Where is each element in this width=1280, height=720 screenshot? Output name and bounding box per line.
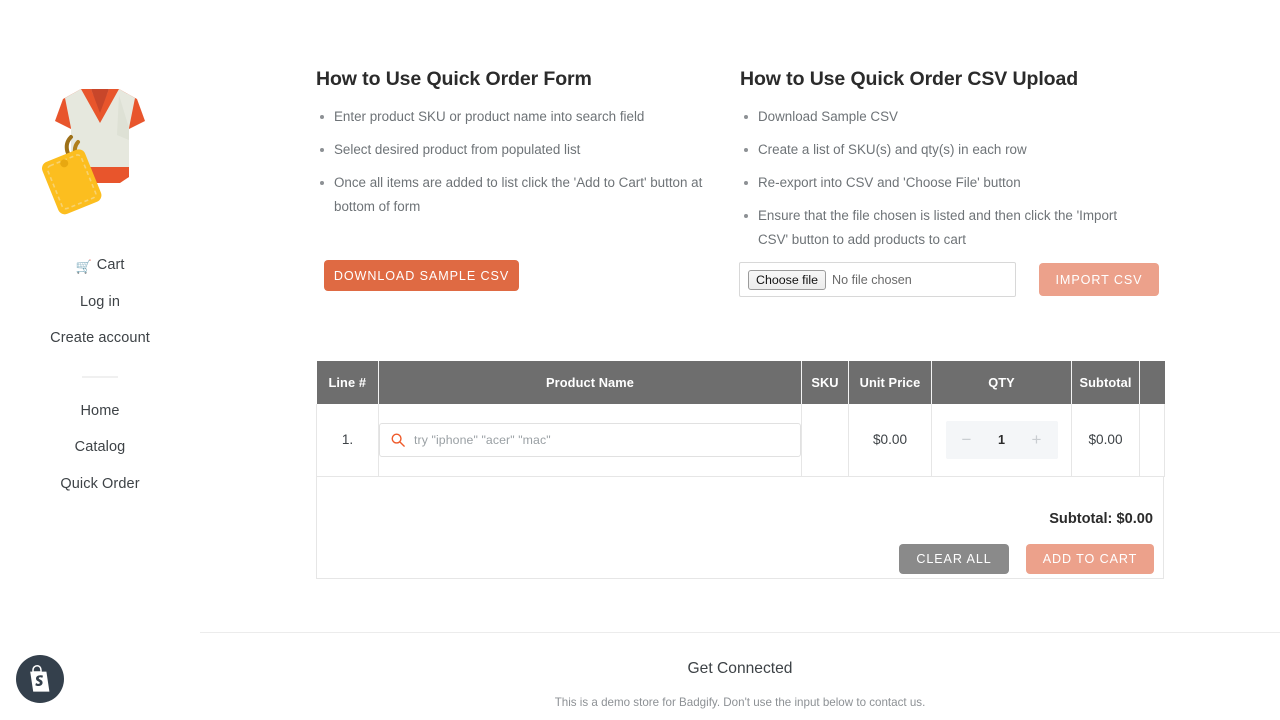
product-search-placeholder: try "iphone" "acer" "mac": [414, 432, 551, 447]
csv-upload-steps: Download Sample CSV Create a list of SKU…: [740, 105, 1164, 252]
sidebar-item-home[interactable]: Home: [0, 393, 200, 430]
quick-order-page: 🛒 Cart Log in Create account Home Catalo…: [0, 0, 1280, 720]
cell-subtotal: $0.00: [1071, 404, 1140, 477]
sidebar-item-log-in[interactable]: Log in: [0, 284, 200, 321]
order-table: Line # Product Name SKU Unit Price QTY S…: [316, 361, 1165, 477]
order-table-section: Line # Product Name SKU Unit Price QTY S…: [316, 361, 1165, 579]
cell-unit-price: $0.00: [848, 404, 932, 477]
quick-order-form-title: How to Use Quick Order Form: [316, 68, 592, 90]
qty-increase-button[interactable]: +: [1022, 430, 1052, 449]
sidebar-item-label-cart: Cart: [96, 257, 125, 273]
order-subtotal: Subtotal: $0.00: [1049, 510, 1153, 527]
qty-decrease-button[interactable]: −: [952, 430, 982, 449]
list-item: Create a list of SKU(s) and qty(s) in ea…: [744, 138, 1130, 162]
search-icon: [391, 433, 405, 447]
sidebar-item-quick-order[interactable]: Quick Order: [0, 466, 200, 503]
cell-sku: [801, 404, 849, 477]
sidebar-item-cart[interactable]: 🛒 Cart: [0, 247, 200, 284]
order-table-header: Line # Product Name SKU Unit Price QTY S…: [316, 361, 1165, 404]
sidebar-item-create-account[interactable]: Create account: [0, 320, 200, 357]
page-footer: Get Connected This is a demo store for B…: [200, 660, 1280, 709]
column-header-sku: SKU: [801, 361, 849, 404]
shopping-cart-icon: 🛒: [75, 258, 92, 274]
column-header-product-name: Product Name: [378, 361, 802, 404]
shopify-bag-icon: [30, 665, 50, 692]
list-item: Select desired product from populated li…: [320, 138, 706, 162]
import-csv-button[interactable]: IMPORT CSV: [1039, 263, 1159, 296]
csv-upload-controls: Choose file No file chosen IMPORT CSV: [739, 262, 1159, 297]
file-status-label: No file chosen: [832, 272, 912, 287]
quick-order-form-steps: Enter product SKU or product name into s…: [316, 105, 740, 219]
list-item: Download Sample CSV: [744, 105, 1130, 129]
cell-remove[interactable]: [1139, 404, 1165, 477]
cell-qty: − 1 +: [931, 404, 1072, 477]
order-actions: CLEAR ALL ADD TO CART: [899, 543, 1154, 574]
table-row: 1. try "iphone" "acer" "mac" $0.00 − 1 +…: [316, 404, 1165, 477]
quick-order-form-instructions: How to Use Quick Order Form Enter produc…: [316, 68, 740, 261]
add-to-cart-button[interactable]: ADD TO CART: [1026, 543, 1154, 574]
footer-divider: [200, 632, 1280, 633]
csv-upload-title: How to Use Quick Order CSV Upload: [740, 68, 1079, 90]
sidebar-divider: [82, 375, 118, 378]
cell-product-name: try "iphone" "acer" "mac": [378, 404, 802, 477]
order-table-body: 1. try "iphone" "acer" "mac" $0.00 − 1 +…: [316, 404, 1165, 477]
column-header-subtotal: Subtotal: [1071, 361, 1140, 404]
csv-upload-instructions: How to Use Quick Order CSV Upload Downlo…: [740, 68, 1164, 261]
column-header-remove: [1139, 361, 1165, 404]
table-header-row: Line # Product Name SKU Unit Price QTY S…: [316, 361, 1165, 404]
column-header-line: Line #: [316, 361, 379, 404]
quantity-stepper: − 1 +: [945, 420, 1058, 459]
shopify-badge[interactable]: [16, 655, 64, 703]
download-sample-csv-button[interactable]: DOWNLOAD SAMPLE CSV: [324, 260, 519, 291]
instructions-section: How to Use Quick Order Form Enter produc…: [316, 68, 1166, 261]
list-item: Enter product SKU or product name into s…: [320, 105, 706, 129]
choose-file-button[interactable]: Choose file: [748, 269, 826, 290]
column-header-qty: QTY: [931, 361, 1072, 404]
sidebar: 🛒 Cart Log in Create account Home Catalo…: [0, 0, 200, 720]
column-header-unit-price: Unit Price: [848, 361, 932, 404]
file-input[interactable]: Choose file No file chosen: [739, 262, 1016, 297]
list-item: Once all items are added to list click t…: [320, 171, 706, 219]
shirt-with-price-tag-logo: [42, 89, 145, 215]
list-item: Re-export into CSV and 'Choose File' but…: [744, 171, 1130, 195]
cell-line-number: 1.: [316, 404, 379, 477]
footer-title: Get Connected: [687, 660, 793, 677]
footer-subtitle: This is a demo store for Badgify. Don't …: [554, 696, 926, 709]
order-table-footer: Subtotal: $0.00 CLEAR ALL ADD TO CART: [316, 476, 1164, 579]
sidebar-item-catalog[interactable]: Catalog: [0, 429, 200, 466]
main-content: How to Use Quick Order Form Enter produc…: [316, 0, 1280, 720]
qty-value[interactable]: 1: [982, 433, 1022, 447]
product-search-input[interactable]: try "iphone" "acer" "mac": [379, 422, 801, 457]
store-logo[interactable]: [15, 55, 185, 225]
list-item: Ensure that the file chosen is listed an…: [744, 204, 1130, 252]
sidebar-nav: 🛒 Cart Log in Create account Home Catalo…: [0, 247, 200, 502]
clear-all-button[interactable]: CLEAR ALL: [899, 543, 1009, 574]
